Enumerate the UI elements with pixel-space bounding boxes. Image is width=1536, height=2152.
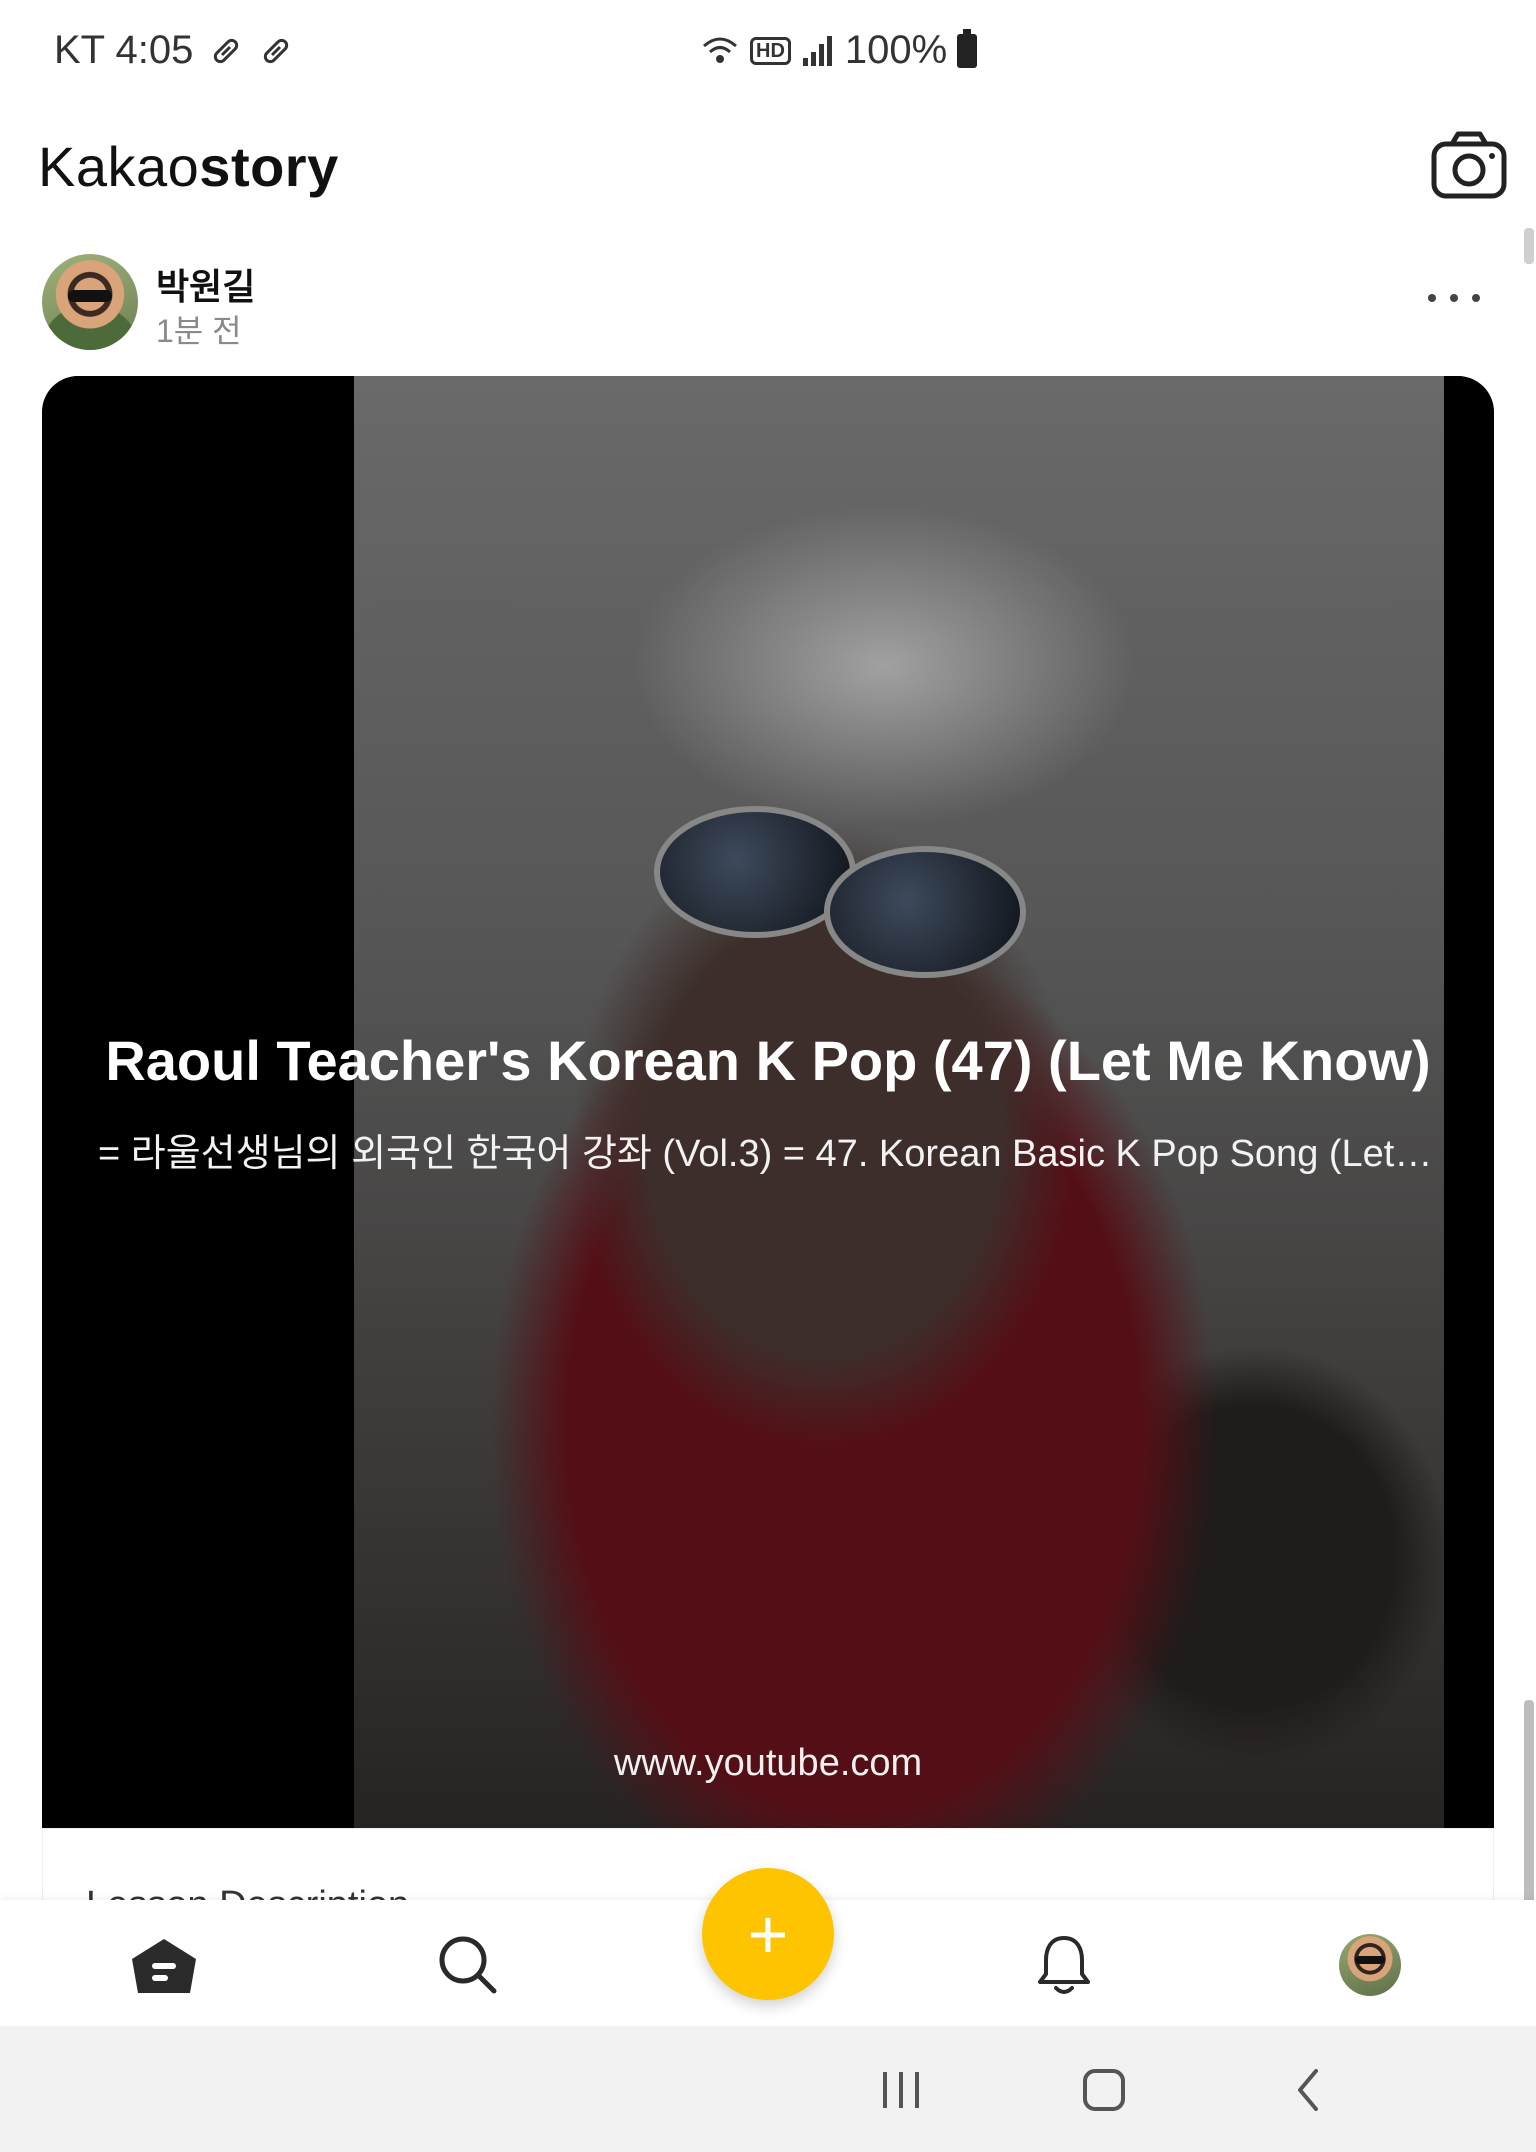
video-card[interactable]: Raoul Teacher's Korean K Pop (47) (Let M… — [42, 376, 1494, 1828]
dot — [1450, 294, 1458, 302]
nav-home[interactable] — [124, 1930, 204, 2000]
add-post-button[interactable]: + — [702, 1868, 834, 2000]
status-bar: KT 4:05 HD 100% — [0, 0, 1536, 110]
recents-icon — [883, 2072, 919, 2108]
nav-notifications[interactable] — [1024, 1930, 1104, 2000]
signal-icon — [802, 35, 832, 66]
hd-icon: HD — [750, 36, 791, 65]
app-title-kakao: Kakao — [38, 135, 200, 198]
home-icon — [132, 1939, 196, 1993]
avatar[interactable] — [42, 254, 138, 350]
author-name[interactable]: 박원길 — [156, 258, 255, 310]
pill-icon — [264, 38, 289, 63]
app-header: Kakaostory — [0, 110, 1536, 230]
back-button[interactable] — [1278, 2062, 1338, 2118]
dot — [1428, 294, 1436, 302]
bell-icon — [1038, 1936, 1090, 1994]
video-title: Raoul Teacher's Korean K Pop (47) (Let M… — [105, 1029, 1431, 1092]
status-right: HD 100% — [700, 28, 978, 73]
post-header: 박원길 1분 전 — [0, 240, 1536, 370]
system-home-button[interactable] — [1074, 2062, 1134, 2118]
nav-profile[interactable] — [1330, 1930, 1410, 2000]
video-domain: www.youtube.com — [613, 1742, 923, 1784]
status-left: KT 4:05 — [54, 28, 293, 73]
search-icon — [439, 1936, 497, 1994]
plus-icon: + — [747, 1895, 789, 1973]
back-icon — [1298, 2069, 1318, 2111]
nav-search[interactable] — [428, 1930, 508, 2000]
pill-icon — [214, 38, 239, 63]
avatar — [1339, 1934, 1401, 1996]
battery-icon — [957, 28, 978, 68]
video-overlay — [42, 376, 1494, 1828]
wifi-icon — [703, 37, 737, 63]
app-title: Kakaostory — [38, 134, 339, 199]
battery-percent: 100% — [844, 28, 948, 72]
scrollbar-top[interactable] — [1524, 228, 1534, 264]
home-circle-icon — [1083, 2069, 1125, 2111]
carrier-time: KT 4:05 — [54, 28, 194, 72]
camera-icon[interactable] — [1430, 130, 1508, 200]
video-description: = 라울선생님의 외국인 한국어 강좌 (Vol.3) = 47. Korean… — [98, 1133, 1438, 1175]
recents-button[interactable] — [872, 2062, 932, 2118]
system-nav-bar — [0, 2026, 1536, 2152]
more-dots-icon[interactable] — [1428, 288, 1480, 308]
dot — [1472, 294, 1480, 302]
app-title-story: story — [199, 135, 339, 198]
post-time: 1분 전 — [156, 313, 242, 349]
